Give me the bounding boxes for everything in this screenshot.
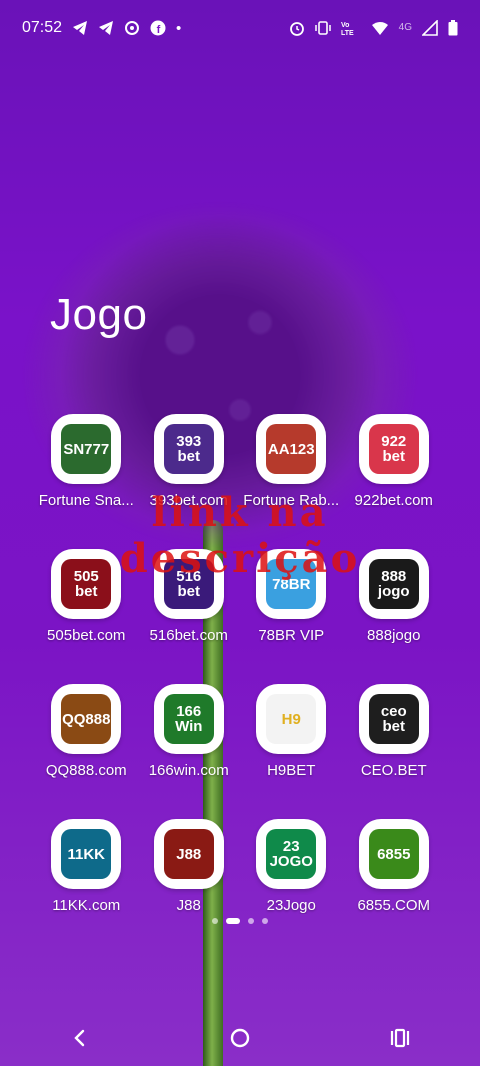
- app-label: 6855.COM: [357, 897, 431, 914]
- app-item[interactable]: 922 bet 922bet.com: [343, 414, 446, 509]
- volte-icon: VoLTE: [341, 22, 354, 36]
- app-icon[interactable]: AA123: [256, 414, 327, 484]
- app-label: 166win.com: [148, 762, 229, 779]
- app-icon[interactable]: QQ888: [51, 684, 122, 754]
- app-icon[interactable]: J88: [153, 819, 224, 889]
- app-icon[interactable]: 393 bet: [153, 414, 224, 484]
- back-button[interactable]: [60, 1018, 100, 1058]
- app-logo-icon: 166 Win: [163, 694, 214, 744]
- app-logo-icon: 516 bet: [163, 559, 214, 609]
- page-indicator: [0, 918, 480, 924]
- app-label: 888jogo: [367, 627, 421, 644]
- app-logo-icon: 23 JOGO: [266, 829, 317, 879]
- page-dot[interactable]: [248, 918, 254, 924]
- home-button[interactable]: [220, 1018, 260, 1058]
- navigation-bar: [0, 1010, 480, 1066]
- svg-text:LTE: LTE: [341, 30, 354, 36]
- app-label: QQ888.com: [45, 762, 127, 779]
- app-icon[interactable]: 6855: [358, 819, 429, 889]
- page-dot[interactable]: [226, 918, 240, 924]
- telegram-icon: [99, 21, 114, 35]
- page-dot[interactable]: [212, 918, 218, 924]
- app-icon[interactable]: 11KK: [51, 819, 122, 889]
- app-logo-icon: 11KK: [61, 829, 112, 879]
- app-item[interactable]: 888 jogo 888jogo: [343, 549, 446, 644]
- wifi-icon: [371, 22, 388, 35]
- status-time: 07:52: [22, 19, 63, 36]
- network-type: 4G: [398, 22, 412, 33]
- app-label: J88: [176, 897, 201, 914]
- app-logo-icon: J88: [163, 829, 214, 879]
- app-label: 23Jogo: [266, 897, 316, 914]
- battery-icon: [448, 20, 458, 36]
- app-logo-icon: H9: [266, 694, 317, 744]
- app-logo-icon: QQ888: [61, 694, 112, 744]
- app-label: Fortune Sna...: [38, 492, 134, 509]
- status-bar: 07:52 f • Vo LTE 4G: [0, 0, 480, 56]
- app-item[interactable]: QQ888 QQ888.com: [35, 684, 138, 779]
- recents-button[interactable]: [380, 1018, 420, 1058]
- app-icon[interactable]: 922 bet: [358, 414, 429, 484]
- app-label: 516bet.com: [149, 627, 228, 644]
- app-item[interactable]: ceo bet CEO.BET: [343, 684, 446, 779]
- svg-text:Vo: Vo: [341, 22, 349, 29]
- app-item[interactable]: 516 bet 516bet.com: [138, 549, 241, 644]
- back-icon: [74, 1029, 85, 1047]
- app-logo-icon: 78BR: [266, 559, 317, 609]
- app-item[interactable]: 505 bet 505bet.com: [35, 549, 138, 644]
- cell-signal-icon: [422, 20, 438, 36]
- facebook-icon: f: [150, 20, 166, 36]
- app-label: 922bet.com: [354, 492, 433, 509]
- app-item[interactable]: 166 Win 166win.com: [138, 684, 241, 779]
- page-dot[interactable]: [262, 918, 268, 924]
- app-logo-icon: AA123: [266, 424, 317, 474]
- vibrate-icon: [314, 21, 331, 35]
- app-item[interactable]: SN777 Fortune Sna...: [35, 414, 138, 509]
- app-item[interactable]: J88 J88: [138, 819, 241, 914]
- app-logo-icon: 6855: [368, 829, 419, 879]
- app-item[interactable]: H9 H9BET: [240, 684, 343, 779]
- app-icon[interactable]: SN777: [51, 414, 122, 484]
- app-label: CEO.BET: [360, 762, 427, 779]
- app-logo-icon: 922 bet: [368, 424, 419, 474]
- app-grid: SN777 Fortune Sna... 393 bet 393bet.com AA12…: [35, 414, 445, 914]
- folder-title[interactable]: Jogo: [50, 290, 147, 340]
- svg-text:f: f: [157, 24, 161, 36]
- app-icon[interactable]: 23 JOGO: [256, 819, 327, 889]
- app-label: 78BR VIP: [258, 627, 325, 644]
- app-logo-icon: 505 bet: [61, 559, 112, 609]
- app-item[interactable]: 23 JOGO 23Jogo: [240, 819, 343, 914]
- app-logo-icon: 393 bet: [163, 424, 214, 474]
- recents-icon: [390, 1028, 410, 1048]
- app-icon[interactable]: 516 bet: [153, 549, 224, 619]
- app-icon[interactable]: 888 jogo: [358, 549, 429, 619]
- app-icon[interactable]: 166 Win: [153, 684, 224, 754]
- app-label: 11KK.com: [52, 897, 121, 914]
- app-logo-icon: ceo bet: [368, 694, 419, 744]
- app-item[interactable]: AA123 Fortune Rab...: [240, 414, 343, 509]
- app-logo-icon: SN777: [61, 424, 112, 474]
- alarm-icon: [289, 22, 304, 36]
- app-item[interactable]: 393 bet 393bet.com: [138, 414, 241, 509]
- home-icon: [230, 1028, 250, 1048]
- app-label: 393bet.com: [149, 492, 228, 509]
- app-label: H9BET: [267, 762, 316, 779]
- app-logo-icon: 888 jogo: [368, 559, 419, 609]
- app-icon[interactable]: 505 bet: [51, 549, 122, 619]
- app-item[interactable]: 78BR 78BR VIP: [240, 549, 343, 644]
- app-label: Fortune Rab...: [243, 492, 340, 509]
- app-icon[interactable]: H9: [256, 684, 327, 754]
- app-icon[interactable]: ceo bet: [358, 684, 429, 754]
- app-label: 505bet.com: [47, 627, 126, 644]
- telegram-icon: [73, 21, 88, 35]
- app-item[interactable]: 6855 6855.COM: [343, 819, 446, 914]
- app-item[interactable]: 11KK 11KK.com: [35, 819, 138, 914]
- app-icon[interactable]: 78BR: [256, 549, 327, 619]
- signal-app-icon: [125, 21, 140, 35]
- dot-icon: •: [176, 19, 182, 37]
